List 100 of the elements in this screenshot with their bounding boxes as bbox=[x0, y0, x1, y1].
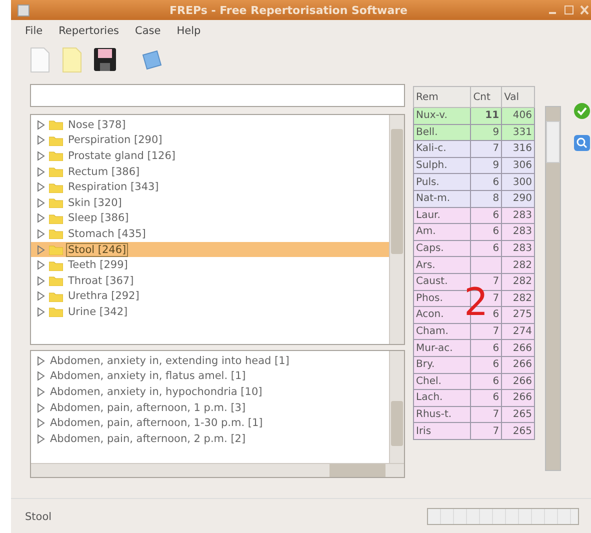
expander-icon[interactable] bbox=[37, 306, 45, 317]
scrollbar[interactable] bbox=[389, 115, 404, 344]
rubric-label[interactable]: Abdomen, pain, afternoon, 2 p.m. [2] bbox=[49, 432, 247, 445]
chapter-label[interactable]: Teeth [299] bbox=[67, 259, 129, 272]
count-cell: 6 bbox=[470, 340, 502, 356]
remedy-name: Iris bbox=[414, 422, 471, 440]
horizontal-scrollbar[interactable] bbox=[31, 463, 404, 477]
remedy-name: Puls. bbox=[414, 174, 471, 190]
menu-item[interactable]: Case bbox=[135, 25, 161, 37]
value-cell: 265 bbox=[502, 422, 534, 440]
column-header[interactable]: Cnt bbox=[470, 86, 502, 108]
expander-icon[interactable] bbox=[37, 402, 45, 413]
remedy-row[interactable]: Cham. 7 274 bbox=[414, 323, 534, 340]
count-cell: 11 bbox=[470, 108, 502, 124]
menu-item[interactable]: Repertories bbox=[58, 25, 120, 37]
remedy-name: Nat-m. bbox=[414, 190, 471, 208]
chapter-label[interactable]: Skin [320] bbox=[67, 196, 123, 209]
remedy-name: Kali-c. bbox=[414, 140, 471, 158]
expander-icon[interactable] bbox=[37, 120, 45, 130]
value-cell: 282 bbox=[502, 256, 534, 274]
remedy-row[interactable]: Am. 6 283 bbox=[414, 224, 534, 240]
search-icon[interactable] bbox=[573, 134, 591, 152]
count-cell: 7 bbox=[470, 422, 502, 440]
app-icon bbox=[17, 4, 30, 16]
expander-icon[interactable] bbox=[37, 434, 45, 444]
chapter-label[interactable]: Rectum [386] bbox=[67, 166, 141, 178]
rubric-label[interactable]: Abdomen, anxiety in, extending into head [1] bbox=[49, 354, 290, 367]
count-cell: 6 bbox=[470, 390, 502, 406]
chapter-label[interactable]: Perspiration [290] bbox=[67, 134, 164, 146]
expander-icon[interactable] bbox=[37, 228, 45, 239]
scrollbar[interactable] bbox=[544, 106, 561, 471]
remedy-name: Am. bbox=[414, 224, 471, 240]
chapter-label[interactable]: Respiration [343] bbox=[67, 181, 160, 194]
scrollbar[interactable] bbox=[389, 351, 404, 463]
search-field[interactable] bbox=[30, 84, 405, 107]
expander-icon[interactable] bbox=[37, 182, 45, 192]
chapter-label[interactable]: Nose [378] bbox=[67, 118, 127, 131]
value-cell: 266 bbox=[502, 340, 534, 356]
expander-icon[interactable] bbox=[37, 198, 45, 208]
remedy-name: Ars. bbox=[414, 256, 471, 274]
remedy-row[interactable]: Ars. 282 bbox=[414, 256, 534, 274]
remedy-row[interactable]: Chel. 6 266 bbox=[414, 373, 534, 390]
chapter-label[interactable]: Throat [367] bbox=[67, 274, 135, 287]
count-cell: 6 bbox=[470, 174, 502, 190]
remedy-row[interactable]: Rhus-t. 7 265 bbox=[414, 406, 534, 423]
remedy-name: Nux-v. bbox=[414, 108, 471, 124]
expander-icon[interactable] bbox=[37, 244, 45, 255]
column-header[interactable]: Val bbox=[502, 86, 534, 108]
expander-icon[interactable] bbox=[37, 276, 45, 286]
count-cell: 6 bbox=[470, 356, 502, 373]
save-icon[interactable] bbox=[93, 47, 117, 73]
remedy-row[interactable]: Iris 7 265 bbox=[414, 422, 534, 440]
value-cell: 290 bbox=[502, 190, 534, 208]
remedy-row[interactable]: Mur-ac. 6 266 bbox=[414, 340, 534, 356]
chapter-label[interactable]: Stomach [435] bbox=[67, 228, 147, 240]
expander-icon[interactable] bbox=[37, 356, 45, 366]
menu-item[interactable]: Help bbox=[176, 25, 201, 37]
column-header[interactable]: Rem bbox=[414, 86, 471, 108]
remedy-row[interactable]: Sulph. 9 306 bbox=[414, 157, 534, 174]
remedy-row[interactable]: Puls. 6 300 bbox=[414, 174, 534, 190]
remedy-row[interactable]: Kali-c. 7 316 bbox=[414, 140, 534, 158]
value-cell: 266 bbox=[502, 390, 534, 406]
count-cell: 8 bbox=[470, 190, 502, 208]
expander-icon[interactable] bbox=[37, 166, 45, 177]
count-cell: 7 bbox=[470, 140, 502, 158]
remedy-row[interactable]: Lach. 6 266 bbox=[414, 390, 534, 406]
value-cell: 300 bbox=[502, 174, 534, 190]
remedy-row[interactable]: Laur. 6 283 bbox=[414, 207, 534, 224]
value-cell: 283 bbox=[502, 224, 534, 240]
rubric-label[interactable]: Abdomen, pain, afternoon, 1-30 p.m. [1] bbox=[49, 417, 264, 430]
rubric-label[interactable]: Abdomen, anxiety in, flatus amel. [1] bbox=[49, 370, 247, 382]
expander-icon[interactable] bbox=[37, 213, 45, 224]
chapter-label[interactable]: Urethra [292] bbox=[67, 290, 140, 302]
menu-item[interactable]: File bbox=[25, 25, 43, 37]
expander-icon[interactable] bbox=[37, 135, 45, 146]
remedy-row[interactable]: Caps. 6 283 bbox=[414, 240, 534, 257]
status-text: Stool bbox=[25, 510, 53, 522]
expander-icon[interactable] bbox=[37, 371, 45, 382]
rubric-label[interactable]: Abdomen, anxiety in, hypochondria [10] bbox=[49, 386, 264, 398]
count-cell: 6 bbox=[470, 224, 502, 240]
expander-icon[interactable] bbox=[37, 260, 45, 270]
value-cell: 275 bbox=[502, 306, 534, 324]
remedy-name: Lach. bbox=[414, 390, 471, 406]
expander-icon[interactable] bbox=[37, 386, 45, 397]
check-icon[interactable] bbox=[573, 102, 591, 120]
chapter-label[interactable]: Prostate gland [126] bbox=[67, 150, 177, 162]
chapter-label[interactable]: Sleep [386] bbox=[67, 212, 130, 224]
remedy-row[interactable]: Bry. 6 266 bbox=[414, 356, 534, 373]
remedy-row[interactable]: Bell. 9 331 bbox=[414, 124, 534, 141]
remedy-row[interactable]: Nat-m. 8 290 bbox=[414, 190, 534, 208]
chapter-label[interactable]: Stool [246] bbox=[67, 244, 128, 256]
value-cell: 282 bbox=[502, 273, 534, 290]
chapter-label[interactable]: Urine [342] bbox=[67, 306, 129, 318]
expander-icon[interactable] bbox=[37, 150, 45, 161]
remedy-row[interactable]: Nux-v. 11 406 bbox=[414, 108, 534, 124]
window-controls-icon[interactable] bbox=[547, 3, 589, 17]
expander-icon[interactable] bbox=[37, 418, 45, 428]
value-cell: 266 bbox=[502, 356, 534, 373]
rubric-label[interactable]: Abdomen, pain, afternoon, 1 p.m. [3] bbox=[49, 402, 247, 414]
expander-icon[interactable] bbox=[37, 291, 45, 302]
